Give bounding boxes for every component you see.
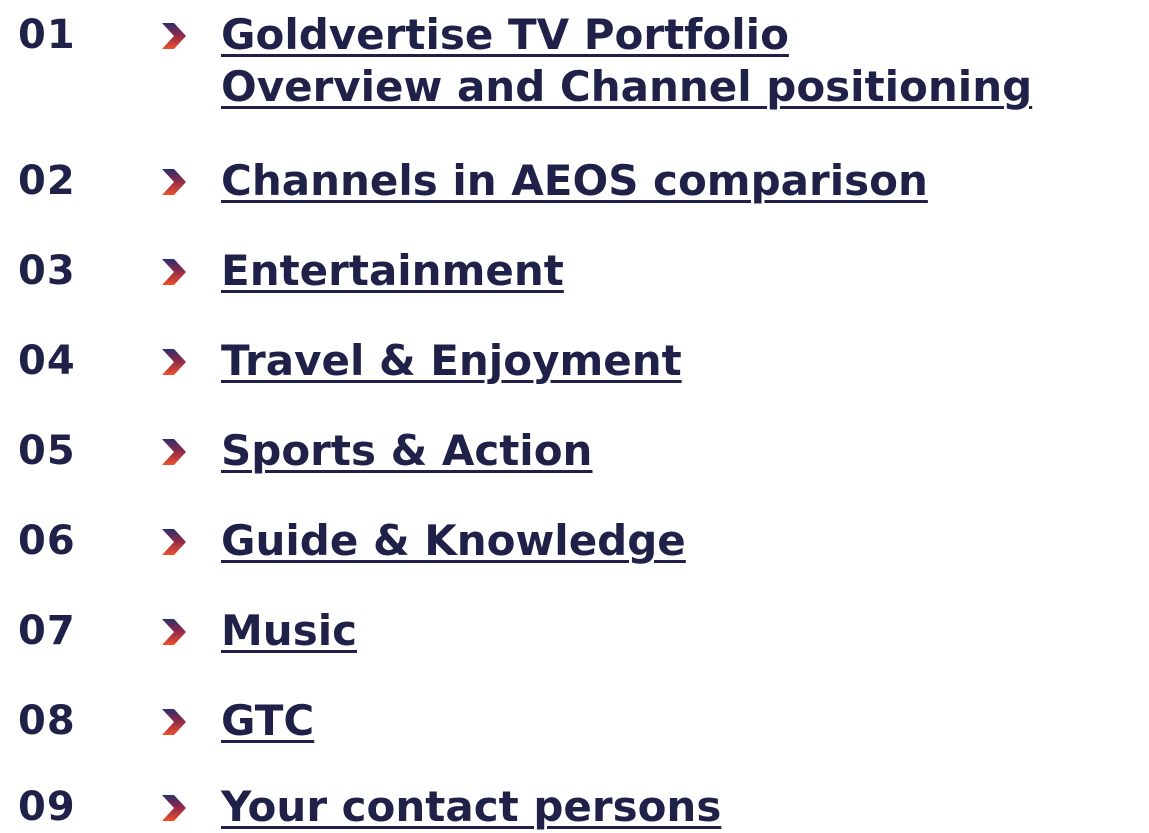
toc-link-contact-persons[interactable]: Your contact persons xyxy=(221,784,721,830)
toc-number: 04 xyxy=(18,338,76,384)
toc-number: 01 xyxy=(18,12,76,58)
toc-link-entertainment[interactable]: Entertainment xyxy=(221,248,564,294)
toc-number: 09 xyxy=(18,784,76,830)
toc-link-title: Goldvertise TV Portfolio xyxy=(221,10,789,59)
toc-number: 03 xyxy=(18,248,76,294)
toc-number: 07 xyxy=(18,608,76,654)
toc-number: 02 xyxy=(18,158,76,204)
chevron-right-icon xyxy=(162,619,186,645)
chevron-right-icon xyxy=(162,709,186,735)
chevron-right-icon xyxy=(162,169,186,195)
table-of-contents: 01 Goldvertise TV Portfolio Overview and… xyxy=(0,0,1149,833)
toc-link-portfolio[interactable]: Goldvertise TV Portfolio Overview and Ch… xyxy=(221,12,1032,110)
chevron-right-icon xyxy=(162,439,186,465)
toc-number: 08 xyxy=(18,698,76,744)
toc-link-sports-action[interactable]: Sports & Action xyxy=(221,428,592,474)
toc-link-aeos-comparison[interactable]: Channels in AEOS comparison xyxy=(221,158,928,204)
chevron-right-icon xyxy=(162,529,186,555)
toc-link-travel-enjoyment[interactable]: Travel & Enjoyment xyxy=(221,338,682,384)
chevron-right-icon xyxy=(162,795,186,821)
toc-number: 05 xyxy=(18,428,76,474)
toc-link-gtc[interactable]: GTC xyxy=(221,698,314,744)
toc-number: 06 xyxy=(18,518,76,564)
toc-link-music[interactable]: Music xyxy=(221,608,357,654)
chevron-right-icon xyxy=(162,349,186,375)
toc-link-subtitle: Overview and Channel positioning xyxy=(221,62,1033,111)
chevron-right-icon xyxy=(162,259,186,285)
chevron-right-icon xyxy=(162,23,186,49)
toc-link-guide-knowledge[interactable]: Guide & Knowledge xyxy=(221,518,686,564)
